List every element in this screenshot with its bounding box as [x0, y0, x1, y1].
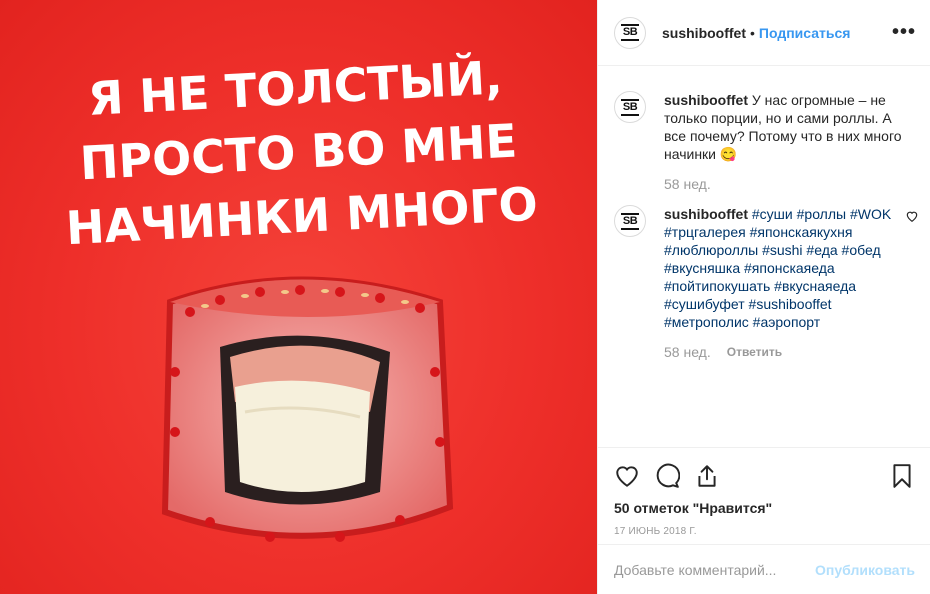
hashtag-list[interactable]: #суши #роллы #WOK #трцгалерея #японскаяк…: [664, 206, 891, 330]
comment-age[interactable]: 58 нед.: [664, 343, 711, 361]
avatar[interactable]: SB: [614, 16, 646, 49]
post-photo[interactable]: Я не толстый, просто во мне начинки мног…: [0, 0, 597, 594]
comments-list[interactable]: SB sushibooffet У нас огромные – не толь…: [598, 67, 930, 447]
photo-slogan: Я не толстый, просто во мне начинки мног…: [0, 41, 597, 264]
bookmark-icon[interactable]: [889, 463, 915, 489]
comment-age[interactable]: 58 нед.: [664, 175, 711, 193]
sb-logo-icon: SB: [619, 210, 641, 232]
post-date[interactable]: 17 ИЮНЬ 2018 Г.: [614, 526, 915, 537]
reply-button[interactable]: Ответить: [727, 343, 782, 361]
share-icon[interactable]: [694, 463, 720, 489]
heart-icon[interactable]: [614, 463, 640, 489]
post-actions: 50 отметок "Нравится" 17 ИЮНЬ 2018 Г.: [598, 447, 930, 537]
avatar[interactable]: SB: [614, 91, 646, 123]
publish-button[interactable]: Опубликовать: [815, 562, 915, 578]
more-options-icon[interactable]: •••: [892, 21, 916, 44]
comment-input[interactable]: [614, 561, 816, 578]
comment-icon[interactable]: [654, 463, 680, 489]
header-dot: •: [750, 24, 755, 41]
add-comment-bar: Опубликовать: [598, 544, 930, 594]
caption-comment: SB sushibooffet У нас огромные – не толь…: [614, 91, 915, 193]
likes-count[interactable]: 50 отметок "Нравится": [614, 500, 915, 516]
sushi-roll-image: [161, 276, 454, 542]
post-sidebar: SB sushibooffet • Подписаться ••• SB sus…: [597, 0, 930, 594]
post-header: SB sushibooffet • Подписаться •••: [598, 0, 930, 66]
avatar[interactable]: SB: [614, 205, 646, 237]
like-comment-heart-icon[interactable]: [905, 209, 919, 223]
sb-logo-icon: SB: [619, 22, 641, 44]
follow-button[interactable]: Подписаться: [759, 25, 851, 41]
hashtags-comment: SB sushibooffet #суши #роллы #WOK #трцга…: [614, 205, 918, 361]
header-username[interactable]: sushibooffet: [662, 25, 746, 41]
comment-username[interactable]: sushibooffet: [664, 92, 748, 108]
sb-logo-icon: SB: [619, 96, 641, 118]
comment-username[interactable]: sushibooffet: [664, 206, 748, 222]
